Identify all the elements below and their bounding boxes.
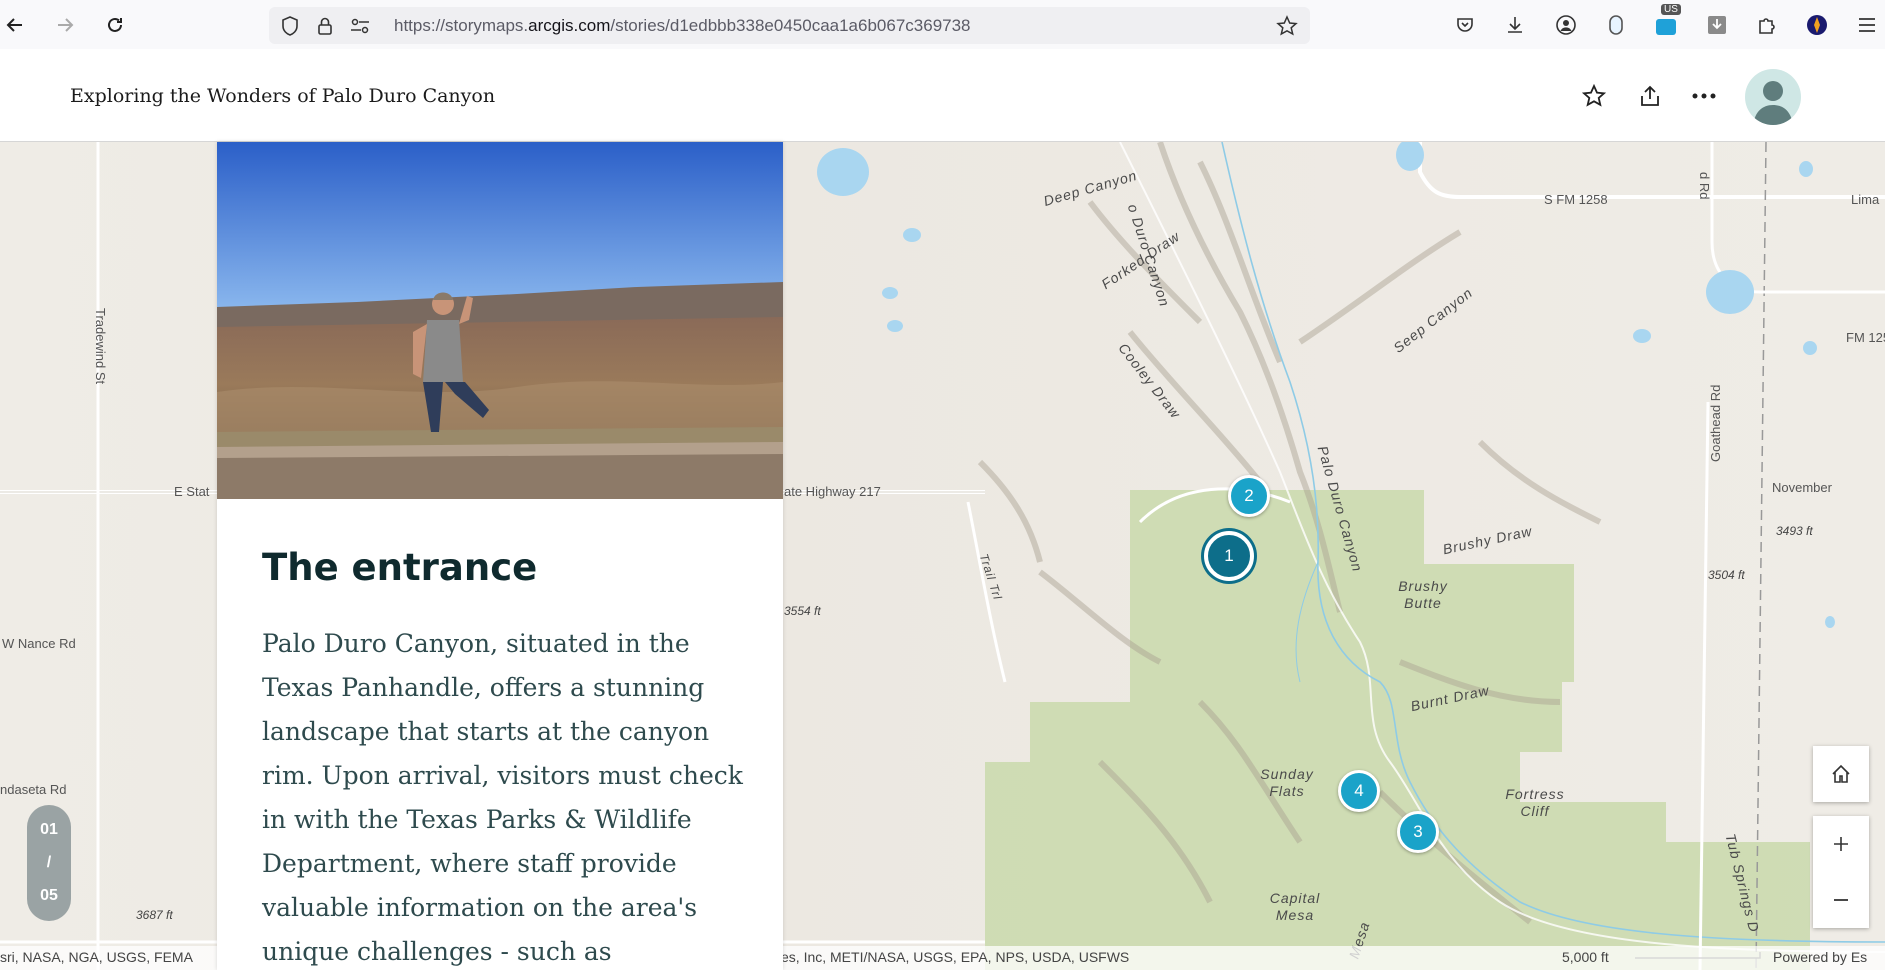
label-capital-mesa: Capital Mesa — [1260, 890, 1330, 924]
forward-button[interactable] — [50, 10, 80, 40]
road-rd-top: d Rd — [1697, 172, 1712, 200]
map-marker-1[interactable]: 1 — [1204, 531, 1254, 581]
label-capital-mesa-text: Capital Mesa — [1269, 890, 1321, 923]
map-marker-2[interactable]: 2 — [1228, 475, 1270, 517]
back-arrow-icon — [6, 18, 22, 32]
user-avatar[interactable] — [1745, 69, 1801, 125]
home-icon — [1832, 764, 1850, 783]
user-silhouette-icon — [1753, 81, 1793, 125]
road-e-state: E Stat — [174, 484, 210, 499]
label-brushy-butte-text: Brushy Butte — [1398, 578, 1448, 611]
story-card: The entrance Palo Duro Canyon, situated … — [217, 142, 783, 970]
canyon-photo-image — [217, 142, 783, 499]
scale-label: 5,000 ft — [1562, 949, 1609, 965]
account-icon[interactable] — [1553, 12, 1579, 38]
label-fortress-cliff-text: Fortress Cliff — [1505, 786, 1565, 819]
shield-icon[interactable] — [279, 15, 301, 37]
zoom-out-button[interactable] — [1813, 872, 1869, 928]
bookmark-star-icon[interactable] — [1276, 15, 1298, 37]
elevation-3687: 3687 ft — [136, 908, 173, 922]
elevation-3554: 3554 ft — [784, 604, 821, 618]
road-w-nance: W Nance Rd — [2, 636, 76, 651]
lock-icon[interactable] — [314, 15, 336, 37]
attribution-mid: es, Inc, METI/NASA, USGS, EPA, NPS, USDA… — [781, 949, 1130, 965]
story-section-body: Palo Duro Canyon, situated in the Texas … — [262, 629, 743, 966]
story-section-heading: The entrance — [262, 546, 538, 589]
extension-compass-icon[interactable] — [1804, 12, 1830, 38]
extension-badge: US — [1661, 4, 1681, 15]
road-state-highway: ate Highway 217 — [784, 484, 881, 499]
permissions-icon[interactable] — [349, 15, 371, 37]
map-marker-4[interactable]: 4 — [1338, 770, 1380, 812]
pocket-icon[interactable] — [1452, 12, 1478, 38]
elevation-3504: 3504 ft — [1708, 568, 1745, 582]
share-icon[interactable] — [1636, 82, 1664, 110]
map-zoom-control — [1813, 816, 1869, 928]
minus-icon — [1834, 899, 1848, 901]
label-brushy-butte: Brushy Butte — [1388, 578, 1458, 612]
pager-current: 01 — [40, 820, 58, 838]
reload-button[interactable] — [100, 10, 130, 40]
story-header: Exploring the Wonders of Palo Duro Canyo… — [0, 49, 1885, 142]
entrance-photo — [217, 142, 783, 499]
back-button[interactable] — [0, 10, 30, 40]
url-path: /stories/d1edbbb338e0450caa1a6b067c36973… — [610, 16, 971, 35]
pager-total: 05 — [40, 887, 58, 905]
label-sunday-flats-text: Sunday Flats — [1260, 766, 1314, 799]
elevation-3493: 3493 ft — [1776, 524, 1813, 538]
menu-hamburger-icon[interactable] — [1854, 12, 1880, 38]
extension-download-icon[interactable] — [1704, 12, 1730, 38]
extensions-puzzle-icon[interactable] — [1754, 12, 1780, 38]
downloads-icon[interactable] — [1502, 12, 1528, 38]
favorite-star-icon[interactable] — [1580, 82, 1608, 110]
pager-separator: / — [46, 853, 52, 871]
zoom-in-button[interactable] — [1813, 816, 1869, 872]
story-pager[interactable]: 01 / 05 — [27, 805, 71, 921]
road-andaseta: ndaseta Rd — [0, 782, 67, 797]
extension-shield-icon[interactable] — [1603, 12, 1629, 38]
url-domain: arcgis.com — [528, 16, 611, 35]
road-fm-125: FM 125 — [1846, 330, 1885, 345]
road-lima: Lima — [1851, 192, 1880, 207]
address-bar[interactable]: https://storymaps.arcgis.com/stories/d1e… — [269, 7, 1310, 44]
forward-arrow-icon — [58, 18, 74, 32]
reload-icon — [108, 17, 122, 32]
road-tradewind: Tradewind St — [93, 308, 108, 385]
url-prefix: https://storymaps. — [394, 16, 529, 35]
label-sunday-flats: Sunday Flats — [1252, 766, 1322, 800]
road-november: November — [1772, 480, 1832, 495]
road-goathead: Goathead Rd — [1708, 384, 1723, 462]
powered-by[interactable]: Powered by Es — [1773, 949, 1867, 965]
browser-toolbar: https://storymaps.arcgis.com/stories/d1e… — [0, 0, 1885, 50]
map-marker-3[interactable]: 3 — [1397, 811, 1439, 853]
story-title: Exploring the Wonders of Palo Duro Canyo… — [70, 85, 496, 107]
label-fortress-cliff: Fortress Cliff — [1490, 786, 1580, 820]
extension-translate-icon[interactable]: US — [1653, 4, 1681, 38]
more-options-icon[interactable] — [1690, 82, 1718, 110]
url-text: https://storymaps.arcgis.com/stories/d1e… — [394, 16, 971, 36]
road-s-fm-1258: S FM 1258 — [1544, 192, 1608, 207]
home-button[interactable] — [1813, 746, 1869, 802]
plus-icon — [1834, 837, 1848, 851]
attribution-left: sri, NASA, NGA, USGS, FEMA — [0, 949, 193, 965]
map-home-control — [1813, 746, 1869, 802]
